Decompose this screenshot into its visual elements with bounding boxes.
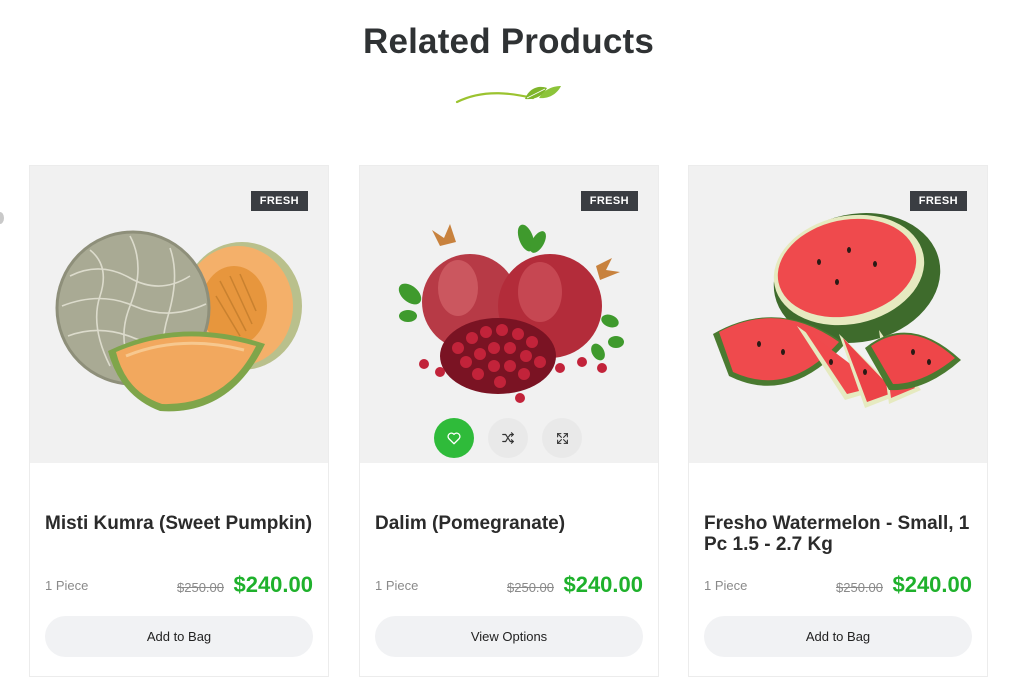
- old-price: $250.00: [177, 580, 224, 595]
- add-to-bag-button[interactable]: Add to Bag: [704, 616, 972, 657]
- fresh-badge: FRESH: [909, 191, 967, 211]
- edge-dot: [0, 212, 4, 224]
- fresh-badge: FRESH: [580, 191, 638, 211]
- current-price: $240.00: [233, 572, 313, 597]
- product-card[interactable]: FRESH Misti Kumra (Sweet Pumpkin) 1 Piec…: [29, 165, 329, 677]
- old-price: $250.00: [836, 580, 883, 595]
- quick-actions: [434, 418, 582, 460]
- product-name[interactable]: Fresho Watermelon - Small, 1 Pc 1.5 - 2.…: [704, 513, 974, 555]
- section-title: Related Products: [362, 22, 655, 61]
- leaf-ornament-icon: [455, 86, 561, 104]
- product-image-area[interactable]: FRESH: [30, 166, 328, 463]
- product-unit: 1 Piece: [704, 578, 748, 593]
- wishlist-button[interactable]: [434, 418, 474, 458]
- expand-icon: [556, 432, 568, 444]
- product-unit: 1 Piece: [45, 578, 89, 593]
- compare-button[interactable]: [488, 418, 528, 458]
- old-price: $250.00: [507, 580, 554, 595]
- product-unit: 1 Piece: [375, 578, 419, 593]
- add-to-bag-button[interactable]: Add to Bag: [45, 616, 313, 657]
- quick-view-button[interactable]: [542, 418, 582, 458]
- fresh-badge: FRESH: [250, 191, 308, 211]
- product-image-area[interactable]: FRESH: [360, 166, 658, 463]
- product-card[interactable]: FRESH Dalim (Pomegranate) 1 Piece $250.0…: [359, 165, 659, 677]
- product-name[interactable]: Dalim (Pomegranate): [375, 513, 645, 534]
- product-name[interactable]: Misti Kumra (Sweet Pumpkin): [45, 513, 315, 534]
- shuffle-icon: [502, 432, 515, 444]
- heart-icon: [447, 432, 461, 444]
- product-card[interactable]: FRESH Fresho Watermelon - Small, 1 Pc 1.…: [688, 165, 988, 677]
- current-price: $240.00: [563, 572, 643, 597]
- product-image-area[interactable]: FRESH: [689, 166, 987, 463]
- view-options-button[interactable]: View Options: [375, 616, 643, 657]
- current-price: $240.00: [892, 572, 972, 597]
